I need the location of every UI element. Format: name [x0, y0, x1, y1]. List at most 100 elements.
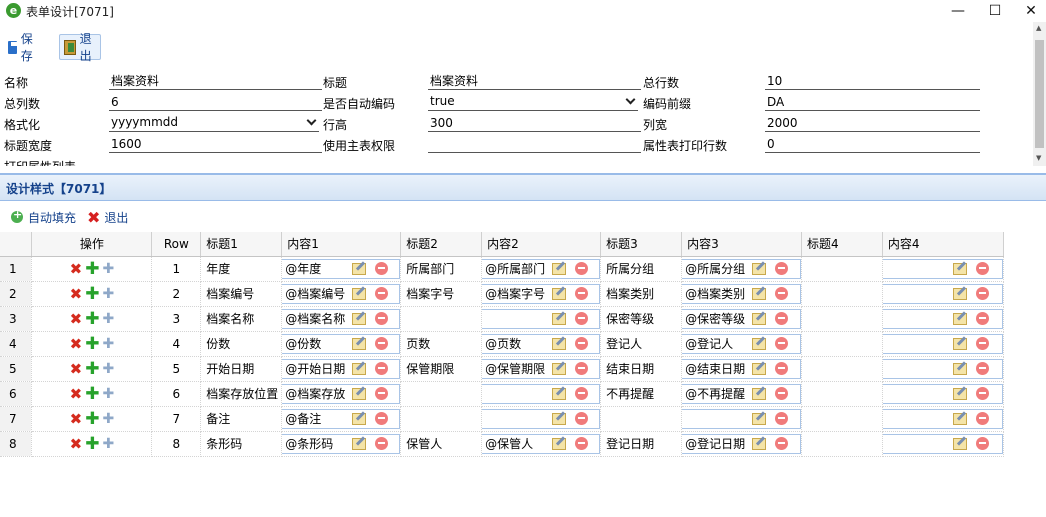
- insert-row-icon[interactable]: ✚: [102, 262, 114, 276]
- content-input[interactable]: @结束日期: [681, 358, 801, 379]
- content-input[interactable]: @档案名称: [281, 308, 400, 329]
- insert-row-icon[interactable]: ✚: [102, 437, 114, 451]
- title-cell[interactable]: [801, 331, 883, 357]
- minus-circle-icon[interactable]: [775, 437, 789, 450]
- pencil-icon[interactable]: [352, 437, 367, 450]
- content-input[interactable]: @年度: [281, 258, 400, 279]
- insert-row-icon[interactable]: ✚: [102, 387, 114, 401]
- title-cell[interactable]: [801, 406, 883, 432]
- panel-exit-button[interactable]: ✖ 退出: [87, 207, 128, 227]
- minus-circle-icon[interactable]: [575, 312, 589, 325]
- content-input[interactable]: [882, 358, 1003, 379]
- content-input[interactable]: [882, 333, 1003, 354]
- content-input[interactable]: @不再提醒: [681, 383, 801, 404]
- minus-circle-icon[interactable]: [775, 262, 789, 275]
- content-input[interactable]: @份数: [281, 333, 400, 354]
- minus-circle-icon[interactable]: [375, 337, 389, 350]
- title-cell[interactable]: 份数: [200, 331, 283, 357]
- content-input[interactable]: [882, 308, 1003, 329]
- title-cell[interactable]: 档案存放位置: [200, 381, 283, 407]
- content-input[interactable]: @保密等级: [681, 308, 801, 329]
- title-cell[interactable]: 页数: [400, 331, 483, 357]
- content-input[interactable]: [882, 383, 1003, 404]
- insert-row-icon[interactable]: ✚: [102, 412, 114, 426]
- add-row-icon[interactable]: ✚: [85, 360, 99, 377]
- content-input[interactable]: [882, 433, 1003, 454]
- insert-row-icon[interactable]: ✚: [102, 312, 114, 326]
- pencil-icon[interactable]: [752, 312, 767, 325]
- add-row-icon[interactable]: ✚: [85, 310, 99, 327]
- title-cell[interactable]: 年度: [200, 256, 283, 282]
- pencil-icon[interactable]: [752, 337, 767, 350]
- total-cols-field[interactable]: 6: [109, 93, 322, 111]
- title-field[interactable]: 档案资料: [428, 72, 641, 90]
- pencil-icon[interactable]: [752, 412, 767, 425]
- form-scrollbar[interactable]: ▲ ▼: [1033, 22, 1046, 166]
- pencil-icon[interactable]: [752, 287, 767, 300]
- pencil-icon[interactable]: [352, 287, 367, 300]
- pencil-icon[interactable]: [552, 262, 567, 275]
- add-row-icon[interactable]: ✚: [85, 435, 99, 452]
- delete-row-icon[interactable]: ✖: [70, 311, 83, 326]
- content-input[interactable]: [481, 383, 600, 404]
- exit-button[interactable]: 退出: [59, 32, 102, 63]
- add-row-icon[interactable]: ✚: [85, 285, 99, 302]
- title-cell[interactable]: 所属分组: [600, 256, 683, 282]
- content-input[interactable]: [882, 283, 1003, 304]
- content-input[interactable]: [481, 408, 600, 429]
- title-width-field[interactable]: 1600: [109, 135, 322, 153]
- main-perm-field[interactable]: [428, 135, 641, 153]
- minus-circle-icon[interactable]: [575, 412, 589, 425]
- delete-row-icon[interactable]: ✖: [70, 386, 83, 401]
- add-row-icon[interactable]: ✚: [85, 335, 99, 352]
- content-input[interactable]: [882, 408, 1003, 429]
- minus-circle-icon[interactable]: [575, 362, 589, 375]
- attr-print-field[interactable]: 0: [765, 135, 980, 153]
- pencil-icon[interactable]: [752, 362, 767, 375]
- pencil-icon[interactable]: [952, 412, 967, 425]
- content-input[interactable]: @档案字号: [481, 283, 600, 304]
- title-cell[interactable]: 条形码: [200, 431, 283, 457]
- title-cell[interactable]: 档案名称: [200, 306, 283, 332]
- minus-circle-icon[interactable]: [375, 437, 389, 450]
- title-cell[interactable]: [400, 406, 483, 432]
- content-input[interactable]: [882, 258, 1003, 279]
- title-cell[interactable]: 不再提醒: [600, 381, 683, 407]
- content-input[interactable]: @登记人: [681, 333, 801, 354]
- pencil-icon[interactable]: [352, 412, 367, 425]
- minus-circle-icon[interactable]: [775, 337, 789, 350]
- minus-circle-icon[interactable]: [775, 412, 789, 425]
- content-input[interactable]: @档案类别: [681, 283, 801, 304]
- code-prefix-field[interactable]: DA: [765, 93, 980, 111]
- pencil-icon[interactable]: [752, 437, 767, 450]
- insert-row-icon[interactable]: ✚: [102, 337, 114, 351]
- title-cell[interactable]: 登记日期: [600, 431, 683, 457]
- title-cell[interactable]: [801, 306, 883, 332]
- add-row-icon[interactable]: ✚: [85, 410, 99, 427]
- delete-row-icon[interactable]: ✖: [70, 261, 83, 276]
- row-height-field[interactable]: 300: [428, 114, 641, 132]
- minus-circle-icon[interactable]: [375, 362, 389, 375]
- minus-circle-icon[interactable]: [375, 262, 389, 275]
- title-cell[interactable]: [801, 281, 883, 307]
- content-input[interactable]: [681, 408, 801, 429]
- pencil-icon[interactable]: [552, 362, 567, 375]
- content-input[interactable]: @档案存放: [281, 383, 400, 404]
- delete-row-icon[interactable]: ✖: [70, 411, 83, 426]
- delete-row-icon[interactable]: ✖: [70, 361, 83, 376]
- minus-circle-icon[interactable]: [775, 387, 789, 400]
- pencil-icon[interactable]: [552, 412, 567, 425]
- content-input[interactable]: @开始日期: [281, 358, 400, 379]
- add-row-icon[interactable]: ✚: [85, 385, 99, 402]
- autofill-button[interactable]: 自动填充: [11, 207, 76, 227]
- content-input[interactable]: @所属分组: [681, 258, 801, 279]
- pencil-icon[interactable]: [952, 362, 967, 375]
- minus-circle-icon[interactable]: [975, 337, 989, 350]
- title-cell[interactable]: [801, 431, 883, 457]
- minus-circle-icon[interactable]: [975, 312, 989, 325]
- title-cell[interactable]: [400, 306, 483, 332]
- delete-row-icon[interactable]: ✖: [70, 286, 83, 301]
- content-input[interactable]: @保管期限: [481, 358, 600, 379]
- pencil-icon[interactable]: [552, 287, 567, 300]
- minus-circle-icon[interactable]: [975, 287, 989, 300]
